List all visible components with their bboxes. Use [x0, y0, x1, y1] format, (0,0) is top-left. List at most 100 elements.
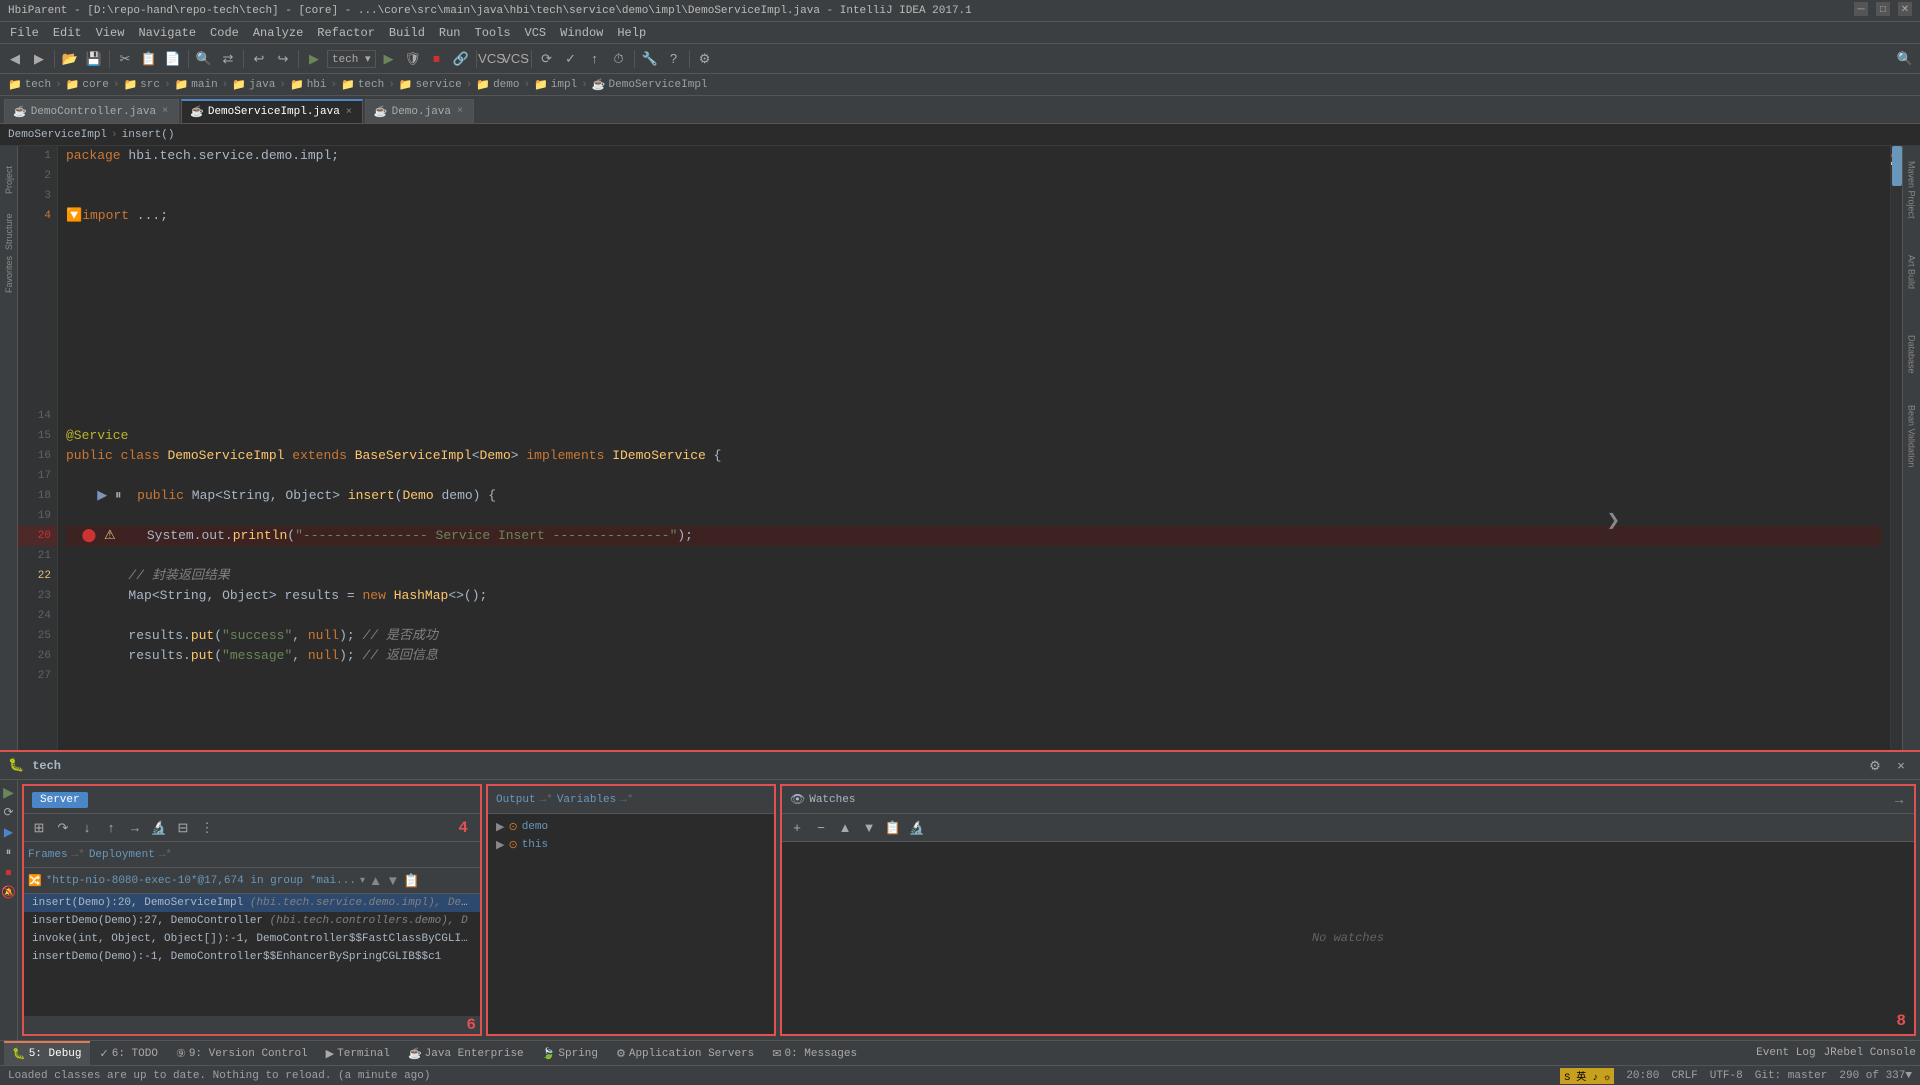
maven-panel-btn[interactable]: Maven Project [1904, 150, 1920, 230]
st-evaluate[interactable]: 🔬 [148, 817, 170, 839]
watches-close[interactable]: → [1892, 791, 1906, 807]
thread-up[interactable]: ▲ [369, 873, 382, 888]
toolbar-settings[interactable]: ⚙ [694, 48, 716, 70]
right-scrollbar[interactable] [1890, 146, 1902, 750]
bc-src[interactable]: 📁 src [123, 78, 160, 92]
stack-frame-3[interactable]: insertDemo(Demo):-1, DemoController$$Enh… [24, 948, 480, 966]
var-this[interactable]: ▶ ⊙ this [492, 836, 770, 854]
bt-java-enterprise[interactable]: ☕ Java Enterprise [400, 1041, 532, 1065]
favorites-panel-btn[interactable]: Favorites [1, 254, 17, 294]
toolbar-back[interactable]: ◀ [4, 48, 26, 70]
toolbar-forward[interactable]: ▶ [28, 48, 50, 70]
toolbar-vcs1[interactable]: VCS [481, 48, 503, 70]
server-tab[interactable]: Server [32, 792, 88, 808]
st-more[interactable]: ⋮ [196, 817, 218, 839]
frames-label[interactable]: Frames [28, 849, 68, 861]
stack-frame-2[interactable]: invoke(int, Object, Object[]):-1, DemoCo… [24, 930, 480, 948]
eb-demoserviceimpl[interactable]: DemoServiceImpl [8, 129, 107, 141]
database-panel-btn[interactable]: Database [1904, 314, 1920, 394]
watches-remove[interactable]: − [810, 817, 832, 839]
menu-vcs[interactable]: VCS [519, 24, 553, 42]
bt-vcs[interactable]: ⑨ 9: Version Control [168, 1041, 316, 1065]
bc-demo[interactable]: 📁 demo [476, 78, 519, 92]
variables-tab[interactable]: Variables [557, 794, 616, 806]
eb-insert[interactable]: insert() [122, 129, 175, 141]
tab-demoserviceimpl[interactable]: ☕ DemoServiceImpl.java × [181, 99, 363, 123]
menu-navigate[interactable]: Navigate [132, 24, 202, 42]
watches-evaluate[interactable]: 🔬 [906, 817, 928, 839]
toolbar-find[interactable]: 🔍 [193, 48, 215, 70]
tab-demo[interactable]: ☕ Demo.java × [365, 99, 474, 123]
debug-stop[interactable]: ⏹ [1, 864, 17, 880]
bc-java[interactable]: 📁 java [232, 78, 275, 92]
toolbar-history[interactable]: ⏱ [608, 48, 630, 70]
toolbar-run[interactable]: ▶ [303, 48, 325, 70]
toolbar-search-everywhere[interactable]: 🔍 [1894, 48, 1916, 70]
watches-add[interactable]: + [786, 817, 808, 839]
toolbar-stop[interactable]: ⏹ [426, 48, 448, 70]
output-tab[interactable]: Output [496, 794, 536, 806]
tab-close-1[interactable]: × [162, 106, 168, 117]
debug-close[interactable]: × [1890, 755, 1912, 777]
bt-app-servers[interactable]: ⚙ Application Servers [608, 1041, 762, 1065]
toolbar-undo[interactable]: ↩ [248, 48, 270, 70]
thread-down[interactable]: ▼ [386, 873, 399, 888]
deployment-label[interactable]: Deployment [89, 849, 155, 861]
close-button[interactable]: ✕ [1898, 2, 1912, 16]
artboard-panel-btn[interactable]: Art Build [1904, 232, 1920, 312]
bt-messages[interactable]: ✉ 0: Messages [764, 1041, 865, 1065]
toolbar-structure[interactable]: 🔧 [639, 48, 661, 70]
bc-tech2[interactable]: 📁 tech [341, 78, 384, 92]
toolbar-copy[interactable]: 📋 [138, 48, 160, 70]
project-panel-btn[interactable]: Project [1, 150, 17, 210]
jrebel-console-btn[interactable]: JRebel Console [1824, 1047, 1916, 1059]
st-restore-layout[interactable]: ⊞ [28, 817, 50, 839]
menu-run[interactable]: Run [433, 24, 467, 42]
bc-tech[interactable]: 📁 tech [8, 78, 51, 92]
bt-debug[interactable]: 🐛 5: Debug [4, 1041, 90, 1065]
menu-tools[interactable]: Tools [469, 24, 517, 42]
bc-impl[interactable]: 📁 impl [534, 78, 577, 92]
toolbar-help[interactable]: ? [663, 48, 685, 70]
maximize-button[interactable]: □ [1876, 2, 1890, 16]
toolbar-update[interactable]: ⟳ [536, 48, 558, 70]
st-step-over[interactable]: ↷ [52, 817, 74, 839]
menu-window[interactable]: Window [554, 24, 609, 42]
menu-view[interactable]: View [90, 24, 131, 42]
watches-copy[interactable]: 📋 [882, 817, 904, 839]
debug-resume[interactable]: ⟳ [1, 804, 17, 820]
debug-restart[interactable]: ▶ [1, 784, 17, 800]
debug-mute[interactable]: 🔕 [1, 884, 17, 900]
debug-step-over[interactable]: ▶ [1, 824, 17, 840]
menu-build[interactable]: Build [383, 24, 431, 42]
bc-main[interactable]: 📁 main [175, 78, 218, 92]
watches-up[interactable]: ▲ [834, 817, 856, 839]
toolbar-open-recent[interactable]: 📂 [59, 48, 81, 70]
tab-democontroller[interactable]: ☕ DemoController.java × [4, 99, 179, 123]
stack-frame-1[interactable]: insertDemo(Demo):27, DemoController (hbi… [24, 912, 480, 930]
tab-close-3[interactable]: × [457, 106, 463, 117]
event-log-btn[interactable]: Event Log [1756, 1047, 1815, 1059]
menu-help[interactable]: Help [611, 24, 652, 42]
bean-panel-btn[interactable]: Bean Validation [1904, 396, 1920, 476]
code-area[interactable]: package hbi.tech.service.demo.impl; 🔽imp… [58, 146, 1882, 750]
menu-analyze[interactable]: Analyze [247, 24, 309, 42]
bt-terminal[interactable]: ▶ Terminal [318, 1041, 398, 1065]
structure-panel-btn[interactable]: Structure [1, 212, 17, 252]
var-demo[interactable]: ▶ ⊙ demo [492, 818, 770, 836]
toolbar-paste[interactable]: 📄 [162, 48, 184, 70]
debug-pause[interactable]: ⏸ [1, 844, 17, 860]
bc-demoserviceimpl[interactable]: ☕ DemoServiceImpl [592, 78, 708, 92]
bt-todo[interactable]: ✓ 6: TODO [92, 1041, 166, 1065]
toolbar-commit[interactable]: ✓ [560, 48, 582, 70]
st-run-to-cursor[interactable]: → [124, 817, 146, 839]
menu-file[interactable]: File [4, 24, 45, 42]
bc-hbi[interactable]: 📁 hbi [290, 78, 327, 92]
st-step-into[interactable]: ↓ [76, 817, 98, 839]
watches-down[interactable]: ▼ [858, 817, 880, 839]
toolbar-push[interactable]: ↑ [584, 48, 606, 70]
toolbar-vcs2[interactable]: VCS [505, 48, 527, 70]
tab-close-2[interactable]: × [346, 107, 352, 118]
toolbar-cut[interactable]: ✂ [114, 48, 136, 70]
menu-refactor[interactable]: Refactor [311, 24, 381, 42]
